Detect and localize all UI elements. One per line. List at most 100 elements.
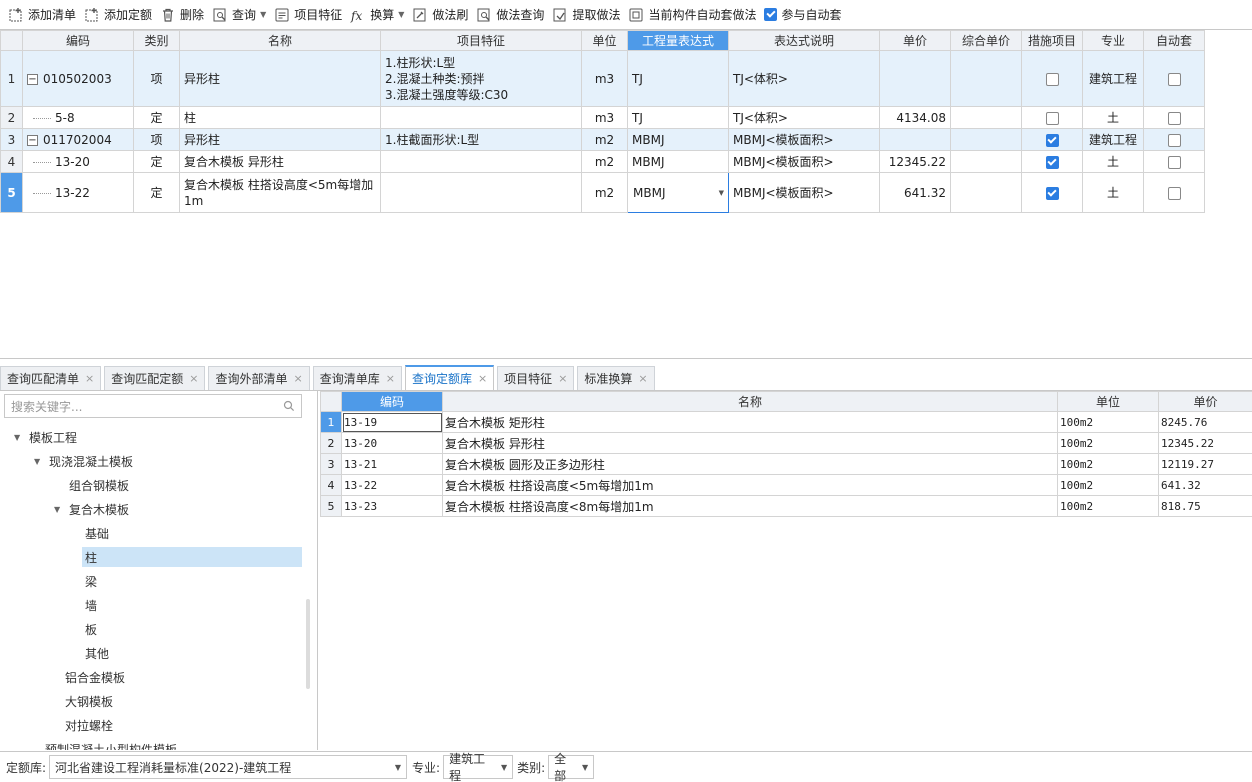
auto-cell[interactable] xyxy=(1143,172,1205,213)
expression-cell[interactable]: MBMJ xyxy=(627,150,729,173)
code-cell[interactable]: 13-19 xyxy=(341,411,443,433)
name-cell[interactable]: 异形柱 xyxy=(179,128,381,151)
tree-node[interactable]: 铝合金模板 xyxy=(0,665,317,689)
table-row[interactable]: 4 13-22 复合木模板 柱搭设高度<5m每增加1m 100m2 641.32 xyxy=(320,474,1252,496)
name-cell[interactable]: 复合木模板 圆形及正多边形柱 xyxy=(442,453,1058,475)
convert-button[interactable]: fx 换算 ▼ xyxy=(347,4,409,26)
item-feature-button[interactable]: 项目特征 xyxy=(271,4,347,26)
tree-node[interactable]: 其他 xyxy=(0,641,317,665)
row-number[interactable]: 4 xyxy=(0,150,23,173)
feature-cell[interactable]: 1.柱形状:L型 2.混凝土种类:预拌 3.混凝土强度等级:C30 xyxy=(380,50,582,107)
code-cell[interactable]: 5-8 xyxy=(22,106,134,129)
col-header-feature[interactable]: 项目特征 xyxy=(380,30,582,51)
major-cell[interactable]: 土 xyxy=(1082,106,1144,129)
tree-node[interactable]: 梁 xyxy=(0,569,317,593)
close-icon[interactable]: × xyxy=(85,372,94,385)
query-button[interactable]: 查询 ▼ xyxy=(209,4,271,26)
name-cell[interactable]: 复合木模板 异形柱 xyxy=(442,432,1058,454)
type-cell[interactable]: 项 xyxy=(133,50,180,107)
collapse-icon[interactable]: − xyxy=(27,134,38,146)
name-cell[interactable]: 复合木模板 异形柱 xyxy=(179,150,381,173)
tree-node[interactable]: 预制混凝土小型构件模板 xyxy=(0,737,317,751)
table-row[interactable]: 1 13-19 复合木模板 矩形柱 100m2 8245.76 xyxy=(320,411,1252,433)
table-row[interactable]: 4 13-20 定 复合木模板 异形柱 m2 MBMJ MBMJ<模板面积> 1… xyxy=(0,150,1205,173)
tree-node[interactable]: ▼ 复合木模板 xyxy=(0,497,317,521)
price-cell[interactable]: 12345.22 xyxy=(879,150,951,173)
price-cell[interactable]: 12345.22 xyxy=(1158,432,1252,454)
auto-cell[interactable] xyxy=(1143,106,1205,129)
auto-cell[interactable] xyxy=(1143,150,1205,173)
price-cell[interactable]: 4134.08 xyxy=(879,106,951,129)
expand-arrow-icon[interactable]: ▼ xyxy=(54,505,64,514)
col-header-measure[interactable]: 措施项目 xyxy=(1021,30,1083,51)
major-cell[interactable]: 建筑工程 xyxy=(1082,128,1144,151)
expression-desc-cell[interactable]: TJ<体积> xyxy=(728,50,880,107)
checkbox-unchecked-icon[interactable] xyxy=(1167,133,1181,147)
code-cell[interactable]: 13-22 xyxy=(22,172,134,213)
library-select[interactable]: 河北省建设工程消耗量标准(2022)-建筑工程 ▼ xyxy=(49,755,408,779)
table-row[interactable]: 3 13-21 复合木模板 圆形及正多边形柱 100m2 12119.27 xyxy=(320,453,1252,475)
expression-cell[interactable]: TJ xyxy=(627,50,729,107)
major-cell[interactable]: 土 xyxy=(1082,172,1144,213)
measure-cell[interactable] xyxy=(1021,106,1083,129)
auto-set-current-button[interactable]: 当前构件自动套做法 xyxy=(625,4,761,26)
code-cell[interactable]: −010502003 xyxy=(22,50,134,107)
row-number[interactable]: 1 xyxy=(320,411,342,433)
code-cell[interactable]: −011702004 xyxy=(22,128,134,151)
checkbox-checked-icon[interactable] xyxy=(1045,133,1059,147)
checkbox-unchecked-icon[interactable] xyxy=(1045,111,1059,125)
total-price-cell[interactable] xyxy=(950,150,1022,173)
tab-item-feature[interactable]: 项目特征 × xyxy=(497,366,575,390)
feature-cell[interactable] xyxy=(380,150,582,173)
unit-cell[interactable]: 100m2 xyxy=(1057,411,1159,433)
price-cell[interactable]: 12119.27 xyxy=(1158,453,1252,475)
add-list-button[interactable]: 添加清单 xyxy=(5,4,81,26)
col-header-type[interactable]: 类别 xyxy=(133,30,180,51)
col-header-expression-desc[interactable]: 表达式说明 xyxy=(728,30,880,51)
row-number[interactable]: 2 xyxy=(0,106,23,129)
total-price-cell[interactable] xyxy=(950,50,1022,107)
tab-standard-conversion[interactable]: 标准换算 × xyxy=(577,366,655,390)
name-cell[interactable]: 复合木模板 柱搭设高度<5m每增加1m xyxy=(442,474,1058,496)
tree-scrollbar[interactable] xyxy=(306,599,310,689)
price-cell[interactable]: 641.32 xyxy=(879,172,951,213)
col-header-expression[interactable]: 工程量表达式 xyxy=(627,30,729,51)
name-cell[interactable]: 复合木模板 柱搭设高度<8m每增加1m xyxy=(442,495,1058,517)
code-cell[interactable]: 13-21 xyxy=(341,453,443,475)
close-icon[interactable]: × xyxy=(293,372,302,385)
measure-cell[interactable] xyxy=(1021,150,1083,173)
expression-desc-cell[interactable]: MBMJ<模板面积> xyxy=(728,172,880,213)
checkbox-unchecked-icon[interactable] xyxy=(1167,111,1181,125)
tree-node[interactable]: 组合钢模板 xyxy=(0,473,317,497)
type-cell[interactable]: 定 xyxy=(133,106,180,129)
checkbox-checked-icon[interactable] xyxy=(1045,155,1059,169)
tab-query-quota-library[interactable]: 查询定额库 × xyxy=(404,365,495,390)
category-select[interactable]: 全部 ▼ xyxy=(548,752,595,782)
delete-button[interactable]: 删除 xyxy=(157,4,209,26)
tree-node[interactable]: 对拉螺栓 xyxy=(0,713,317,737)
expression-desc-cell[interactable]: TJ<体积> xyxy=(728,106,880,129)
row-number[interactable]: 5 xyxy=(0,172,23,213)
checkbox-unchecked-icon[interactable] xyxy=(1167,155,1181,169)
expand-arrow-icon[interactable]: ▼ xyxy=(14,433,24,442)
major-cell[interactable]: 建筑工程 xyxy=(1082,50,1144,107)
unit-cell[interactable]: m3 xyxy=(581,50,628,107)
col-header-unit[interactable]: 单位 xyxy=(1057,391,1159,412)
tab-query-match-list[interactable]: 查询匹配清单 × xyxy=(0,366,102,390)
chevron-down-icon[interactable]: ▼ xyxy=(398,10,404,19)
extract-method-button[interactable]: 提取做法 xyxy=(549,4,625,26)
type-cell[interactable]: 项 xyxy=(133,128,180,151)
checkbox-unchecked-icon[interactable] xyxy=(1167,186,1181,200)
search-icon[interactable] xyxy=(283,400,295,412)
add-quota-button[interactable]: 添加定额 xyxy=(81,4,157,26)
type-cell[interactable]: 定 xyxy=(133,150,180,173)
measure-cell[interactable] xyxy=(1021,172,1083,213)
row-number[interactable]: 5 xyxy=(320,495,342,517)
expression-desc-cell[interactable]: MBMJ<模板面积> xyxy=(728,128,880,151)
table-row[interactable]: 3 −011702004 项 异形柱 1.柱截面形状:L型 m2 MBMJ MB… xyxy=(0,128,1205,151)
auto-cell[interactable] xyxy=(1143,128,1205,151)
table-row[interactable]: 2 5-8 定 柱 m3 TJ TJ<体积> 4134.08 土 xyxy=(0,106,1205,129)
tree-node-selected[interactable]: 柱 xyxy=(0,545,317,569)
tree-node[interactable]: 大钢模板 xyxy=(0,689,317,713)
auto-cell[interactable] xyxy=(1143,50,1205,107)
